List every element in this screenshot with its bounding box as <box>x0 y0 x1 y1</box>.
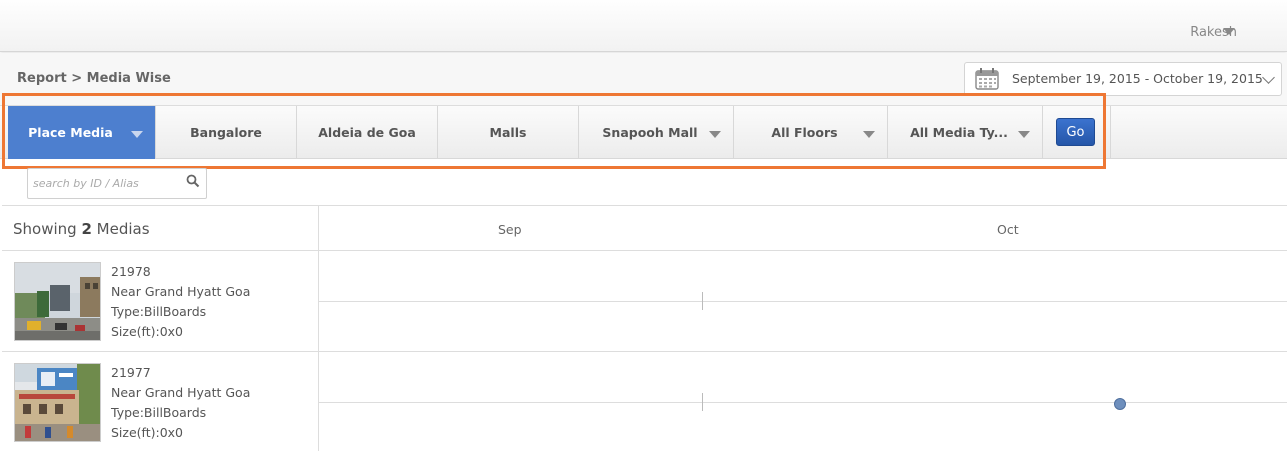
row-divider <box>2 351 1287 352</box>
chevron-down-icon <box>1262 71 1275 84</box>
media-count: Showing 2 Medias <box>13 220 150 238</box>
filter-area[interactable]: Aldeia de Goa <box>297 106 438 159</box>
filter-label: Malls <box>489 125 527 140</box>
filter-label: Bangalore <box>190 125 262 140</box>
column-divider <box>318 206 319 451</box>
media-timeline-table: Showing 2 Medias Sep Oct 21978 Near Gran… <box>2 205 1287 451</box>
search-icon[interactable] <box>186 174 200 188</box>
timeline-marker[interactable] <box>1114 398 1126 410</box>
filter-place-type[interactable]: Malls <box>438 106 579 159</box>
media-id: 21977 <box>111 365 151 380</box>
calendar-icon <box>975 68 999 90</box>
media-details: 21978 Near Grand Hyatt Goa Type:BillBoar… <box>111 262 250 342</box>
chevron-down-icon[interactable] <box>1223 28 1235 35</box>
filter-label: All Media Ty... <box>910 125 1008 140</box>
media-location: Near Grand Hyatt Goa <box>111 385 251 400</box>
filter-label: Snapooh Mall <box>602 125 698 140</box>
chevron-down-icon <box>1018 131 1030 138</box>
media-photo <box>15 364 100 441</box>
filter-place-media[interactable]: Place Media <box>8 106 156 159</box>
header-divider <box>2 250 1287 251</box>
chevron-down-icon <box>131 131 143 138</box>
month-label: Sep <box>498 222 522 237</box>
month-label: Oct <box>997 222 1019 237</box>
showing-prefix: Showing <box>13 220 77 238</box>
timeline-tick <box>702 393 703 411</box>
filter-media-type[interactable]: All Media Ty... <box>888 106 1043 159</box>
media-size: Size(ft):0x0 <box>111 425 184 440</box>
subheader: Report > Media Wise September 19, 2015 -… <box>0 53 1287 105</box>
timeline-tick <box>702 292 703 310</box>
media-thumbnail[interactable] <box>14 363 101 442</box>
top-bar: Rakesh <box>0 0 1287 52</box>
date-range-text: September 19, 2015 - October 19, 2015 <box>1012 71 1263 86</box>
timeline-line <box>318 301 1287 302</box>
showing-count: 2 <box>81 220 92 238</box>
filter-bar: Place Media Bangalore Aldeia de Goa Mall… <box>0 105 1287 159</box>
media-size: Size(ft):0x0 <box>111 324 184 339</box>
filter-city[interactable]: Bangalore <box>156 106 297 159</box>
media-id: 21978 <box>111 264 151 279</box>
media-thumbnail[interactable] <box>14 262 101 341</box>
filter-floors[interactable]: All Floors <box>734 106 888 159</box>
filter-label: Aldeia de Goa <box>318 125 416 140</box>
media-type: Type:BillBoards <box>111 405 207 420</box>
media-photo <box>15 263 100 340</box>
breadcrumb: Report > Media Wise <box>17 71 171 86</box>
go-button[interactable]: Go <box>1056 118 1095 146</box>
chevron-down-icon <box>863 131 875 138</box>
date-range-picker[interactable]: September 19, 2015 - October 19, 2015 <box>964 62 1282 96</box>
chevron-down-icon <box>709 131 721 138</box>
search-box <box>27 168 207 199</box>
showing-suffix: Medias <box>96 220 150 238</box>
timeline-line <box>318 402 1287 403</box>
filter-label: All Floors <box>771 125 838 140</box>
search-input[interactable] <box>28 169 178 198</box>
media-location: Near Grand Hyatt Goa <box>111 284 251 299</box>
media-type: Type:BillBoards <box>111 304 207 319</box>
filter-label: Place Media <box>28 125 113 140</box>
filter-place[interactable]: Snapooh Mall <box>579 106 734 159</box>
media-details: 21977 Near Grand Hyatt Goa Type:BillBoar… <box>111 363 250 443</box>
